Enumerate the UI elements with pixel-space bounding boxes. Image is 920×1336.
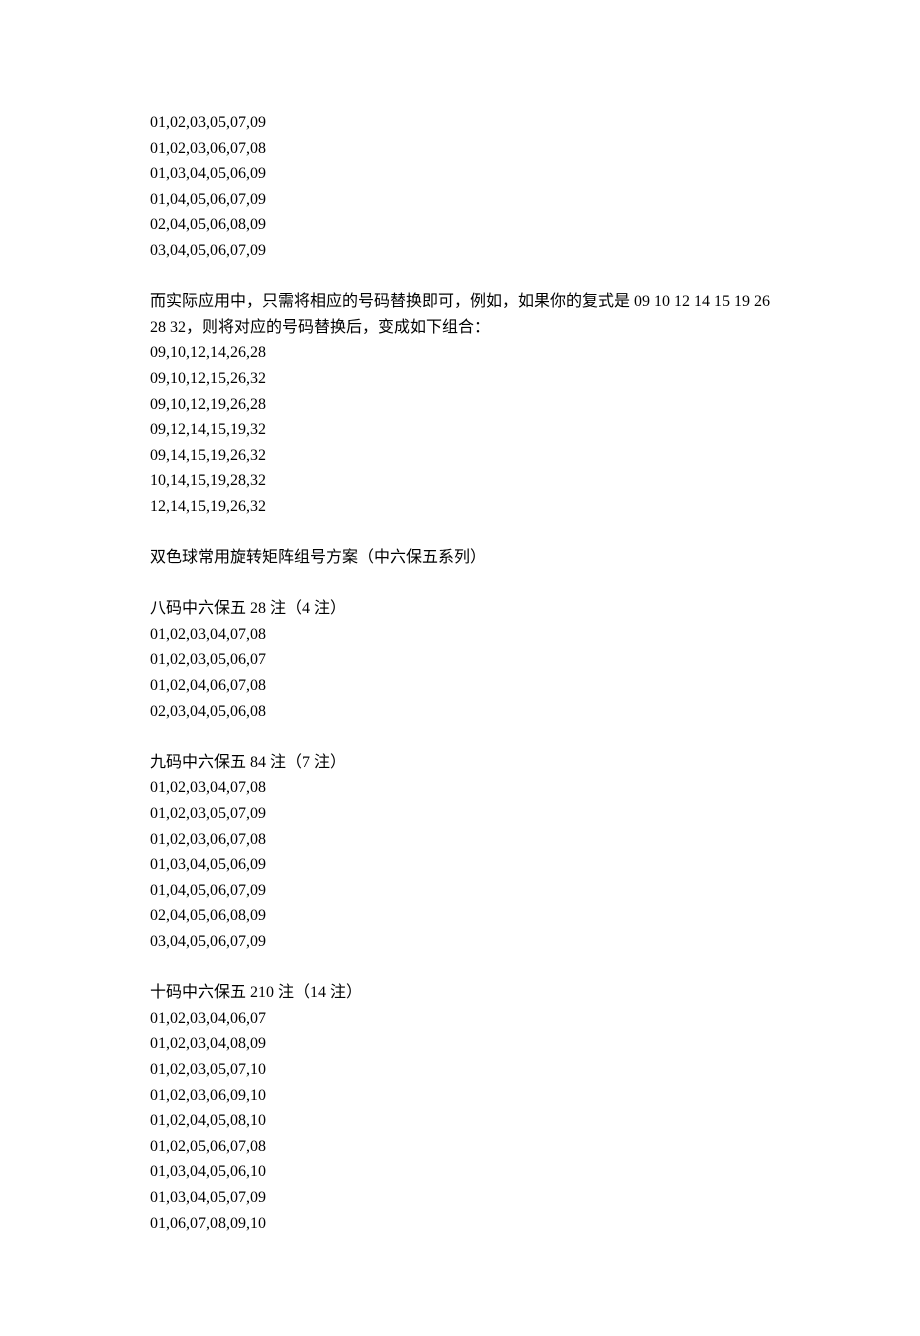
combo-line: 03,04,05,06,07,09 [150, 238, 770, 264]
blank-line [150, 520, 770, 546]
combo-line: 01,02,04,05,08,10 [150, 1108, 770, 1134]
combo-line: 03,04,05,06,07,09 [150, 929, 770, 955]
combo-line: 01,03,04,05,07,09 [150, 1185, 770, 1211]
combo-line: 01,02,03,06,09,10 [150, 1083, 770, 1109]
combo-line: 01,04,05,06,07,09 [150, 878, 770, 904]
combo-line: 09,14,15,19,26,32 [150, 443, 770, 469]
blank-line [150, 724, 770, 750]
combo-line: 01,02,03,05,06,07 [150, 647, 770, 673]
combo-line: 09,10,12,15,26,32 [150, 366, 770, 392]
combo-line: 01,02,03,04,07,08 [150, 622, 770, 648]
combo-line: 09,10,12,19,26,28 [150, 392, 770, 418]
combo-line: 01,02,03,05,07,10 [150, 1057, 770, 1083]
document-page: 01,02,03,05,07,09 01,02,03,06,07,08 01,0… [0, 0, 920, 1336]
combo-line: 01,03,04,05,06,10 [150, 1159, 770, 1185]
combo-line: 01,02,03,05,07,09 [150, 110, 770, 136]
combo-line: 01,04,05,06,07,09 [150, 187, 770, 213]
combo-line: 01,02,03,04,06,07 [150, 1006, 770, 1032]
combo-line: 01,02,05,06,07,08 [150, 1134, 770, 1160]
combo-line: 02,04,05,06,08,09 [150, 212, 770, 238]
combo-line: 09,12,14,15,19,32 [150, 417, 770, 443]
combo-line: 01,02,04,06,07,08 [150, 673, 770, 699]
combo-line: 01,02,03,04,08,09 [150, 1031, 770, 1057]
combo-line: 02,04,05,06,08,09 [150, 903, 770, 929]
section-heading: 双色球常用旋转矩阵组号方案（中六保五系列） [150, 545, 770, 571]
subsection-title: 十码中六保五 210 注（14 注） [150, 980, 770, 1006]
blank-line [150, 264, 770, 290]
subsection-title: 九码中六保五 84 注（7 注） [150, 750, 770, 776]
combo-line: 01,02,03,04,07,08 [150, 775, 770, 801]
combo-line: 01,02,03,06,07,08 [150, 827, 770, 853]
combo-line: 10,14,15,19,28,32 [150, 468, 770, 494]
combo-line: 01,03,04,05,06,09 [150, 161, 770, 187]
combo-line: 09,10,12,14,26,28 [150, 340, 770, 366]
blank-line [150, 571, 770, 597]
combo-line: 02,03,04,05,06,08 [150, 699, 770, 725]
combo-line: 01,06,07,08,09,10 [150, 1211, 770, 1237]
combo-line: 01,02,03,05,07,09 [150, 801, 770, 827]
combo-line: 01,03,04,05,06,09 [150, 852, 770, 878]
subsection-title: 八码中六保五 28 注（4 注） [150, 596, 770, 622]
combo-line: 01,02,03,06,07,08 [150, 136, 770, 162]
combo-line: 12,14,15,19,26,32 [150, 494, 770, 520]
paragraph: 而实际应用中，只需将相应的号码替换即可，例如，如果你的复式是 09 10 12 … [150, 289, 770, 340]
blank-line [150, 955, 770, 981]
